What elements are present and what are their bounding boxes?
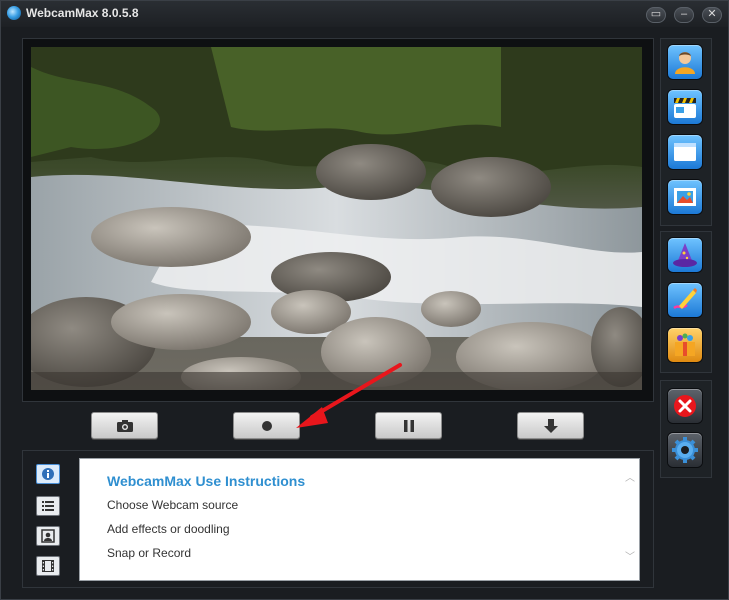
camera-icon bbox=[116, 419, 133, 432]
portrait-icon bbox=[41, 529, 55, 543]
title-bar: WebcamMax 8.0.5.8 ▭ – ✕ bbox=[1, 1, 728, 27]
scroll-up-icon[interactable]: ︿ bbox=[625, 474, 635, 484]
image-source-button[interactable] bbox=[668, 180, 702, 214]
record-button[interactable] bbox=[233, 412, 300, 439]
webcammax-logo-icon bbox=[7, 6, 21, 20]
settings-button[interactable] bbox=[668, 433, 702, 467]
instructions-title: WebcamMax Use Instructions bbox=[107, 473, 306, 489]
settings-gear-icon bbox=[672, 437, 698, 463]
list-icon bbox=[42, 501, 54, 511]
wizard-hat-icon bbox=[673, 243, 697, 267]
tab-list[interactable] bbox=[36, 496, 60, 516]
instruction-line: Snap or Record bbox=[107, 546, 192, 560]
window-icon bbox=[674, 143, 696, 161]
capture-controls bbox=[22, 404, 652, 444]
instruction-line: Choose Webcam source bbox=[107, 498, 239, 512]
pencil-icon bbox=[673, 288, 697, 310]
pause-button[interactable] bbox=[375, 412, 442, 439]
side-group-sources bbox=[660, 38, 712, 226]
doodle-button[interactable] bbox=[668, 283, 702, 317]
webcam-source-button[interactable] bbox=[668, 45, 702, 79]
close-button[interactable]: ✕ bbox=[702, 7, 722, 23]
effects-button[interactable] bbox=[668, 238, 702, 272]
side-toolbar bbox=[660, 38, 712, 478]
scroll-down-icon[interactable]: ﹀ bbox=[625, 553, 635, 563]
side-group-system bbox=[660, 380, 712, 478]
webcam-preview bbox=[31, 47, 642, 390]
app-title: WebcamMax 8.0.5.8 bbox=[26, 6, 139, 20]
instructions-box: WebcamMax Use Instructions Choose Webcam… bbox=[79, 458, 640, 581]
restore-button[interactable]: ▭ bbox=[646, 7, 666, 23]
download-icon bbox=[543, 418, 558, 433]
instruction-line: Add effects or doodling bbox=[107, 522, 230, 536]
picture-icon bbox=[674, 188, 696, 206]
exit-button[interactable] bbox=[668, 389, 702, 423]
pause-icon bbox=[403, 419, 414, 432]
screen-capture-button[interactable] bbox=[668, 135, 702, 169]
film-icon bbox=[42, 560, 54, 572]
tab-portrait[interactable] bbox=[36, 526, 60, 546]
snapshot-button[interactable] bbox=[91, 412, 158, 439]
video-file-button[interactable] bbox=[668, 90, 702, 124]
gifts-button[interactable] bbox=[668, 328, 702, 362]
record-icon bbox=[261, 420, 272, 431]
side-group-effects bbox=[660, 231, 712, 373]
tab-instructions[interactable] bbox=[36, 464, 60, 484]
river-scene-image bbox=[31, 47, 642, 390]
close-x-icon bbox=[674, 395, 696, 417]
info-icon bbox=[42, 468, 54, 480]
download-button[interactable] bbox=[517, 412, 584, 439]
clapper-icon bbox=[674, 98, 696, 118]
tab-film[interactable] bbox=[36, 556, 60, 576]
minimize-button[interactable]: – bbox=[674, 7, 694, 23]
person-icon bbox=[675, 52, 695, 74]
gift-box-icon bbox=[675, 333, 695, 356]
